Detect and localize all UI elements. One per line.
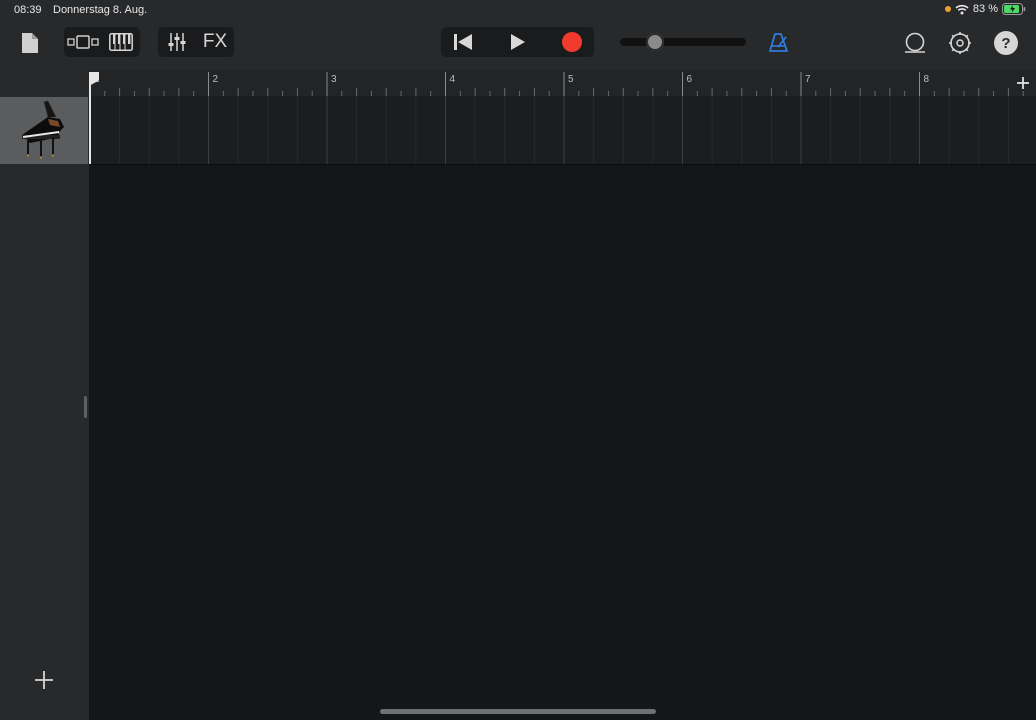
ruler-bar-number: 4 — [450, 74, 456, 85]
ruler-bar-number: 3 — [331, 74, 337, 85]
wifi-icon — [955, 4, 969, 14]
status-time: 08:39 — [14, 4, 42, 16]
track-header-column — [0, 70, 89, 720]
lane-grid — [89, 96, 1009, 164]
add-section-button[interactable] — [1013, 73, 1033, 93]
document-icon — [22, 33, 38, 53]
home-indicator — [380, 709, 656, 714]
status-bar: 08:39 Donnerstag 8. Aug. 83 % — [0, 0, 1036, 20]
loop-icon — [905, 32, 925, 53]
loops-button[interactable] — [901, 30, 929, 56]
metronome-icon — [769, 33, 788, 52]
toolbar: FX ? — [0, 20, 1036, 70]
ruler-ticks: 12345678 — [89, 72, 1024, 96]
keyboard-button[interactable] — [106, 27, 136, 57]
ruler-bar-number: 6 — [687, 74, 693, 85]
track-header-piano[interactable] — [0, 97, 88, 164]
keyboard-icon — [109, 33, 133, 51]
track-lane-piano[interactable] — [89, 96, 1036, 165]
go-to-start-button[interactable] — [446, 27, 480, 57]
timeline-ruler[interactable]: 12345678 — [89, 70, 1036, 96]
plus-icon — [1017, 77, 1029, 89]
ruler-bar-number: 7 — [805, 74, 811, 85]
plus-icon — [35, 671, 53, 689]
battery-icon — [1002, 3, 1026, 15]
add-track-button[interactable] — [33, 669, 55, 691]
help-button[interactable]: ? — [994, 31, 1018, 55]
play-icon — [511, 34, 525, 50]
play-button[interactable] — [501, 27, 535, 57]
privacy-indicator-dot — [944, 6, 951, 12]
mixer-sliders-icon — [168, 33, 186, 51]
battery-percent: 83 % — [972, 3, 998, 15]
status-date: Donnerstag 8. Aug. — [53, 4, 148, 16]
settings-button[interactable] — [946, 30, 974, 56]
mixer-button[interactable] — [162, 27, 192, 57]
tracks-view-icon — [67, 35, 99, 49]
gear-icon — [949, 32, 971, 54]
record-button[interactable] — [555, 27, 589, 57]
ruler-bar-number: 8 — [924, 74, 930, 85]
ruler-bar-number: 5 — [568, 74, 574, 85]
ruler-bar-number: 2 — [213, 74, 219, 85]
skip-back-icon — [454, 34, 472, 50]
fx-button[interactable]: FX — [199, 27, 231, 57]
master-volume-knob[interactable] — [646, 33, 664, 51]
track-column-resize-handle[interactable] — [84, 396, 87, 418]
piano-icon — [22, 100, 64, 159]
metronome-button[interactable] — [765, 30, 793, 56]
record-icon — [562, 32, 582, 52]
tracks-view-button[interactable] — [66, 27, 100, 57]
my-songs-button[interactable] — [18, 30, 42, 56]
master-volume-slider[interactable] — [620, 38, 746, 46]
status-right: 83 % — [944, 3, 1026, 15]
